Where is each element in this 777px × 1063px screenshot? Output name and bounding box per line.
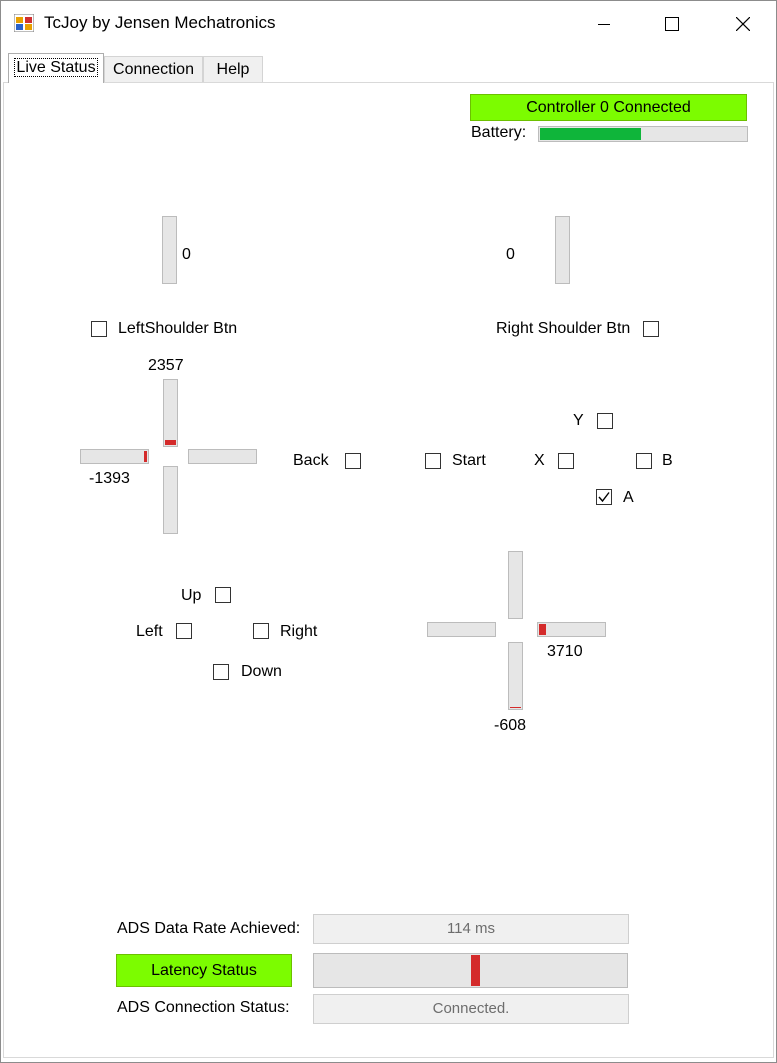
app-icon	[14, 14, 34, 32]
a-checkbox[interactable]	[596, 489, 612, 505]
left-stick-left-bar	[80, 449, 149, 464]
b-label: B	[662, 452, 673, 469]
left-stick-down-bar	[163, 466, 178, 534]
latency-status: Latency Status	[116, 954, 292, 987]
start-label: Start	[452, 452, 486, 469]
left-stick-x-value: -1393	[89, 470, 130, 487]
a-label: A	[623, 489, 634, 506]
b-checkbox[interactable]	[636, 453, 652, 469]
close-icon	[736, 16, 750, 31]
right-trigger-bar	[555, 216, 570, 284]
right-stick-y-value: -608	[494, 717, 527, 734]
dpad-right-checkbox[interactable]	[253, 623, 269, 639]
maximize-button[interactable]	[644, 0, 700, 47]
dpad-down-label: Down	[241, 663, 282, 680]
tab-live-status[interactable]: Live Status	[8, 53, 104, 83]
checkmark-icon	[598, 492, 610, 503]
right-stick-down-bar	[508, 642, 523, 710]
maximize-icon	[665, 16, 679, 31]
tab-label: Help	[216, 61, 250, 78]
left-stick-y-value: 2357	[148, 357, 184, 374]
start-checkbox[interactable]	[425, 453, 441, 469]
left-stick-up-bar	[163, 379, 178, 447]
left-shoulder-checkbox[interactable]	[91, 321, 107, 337]
battery-fill	[540, 128, 641, 140]
left-trigger-bar	[162, 216, 177, 284]
x-checkbox[interactable]	[558, 453, 574, 469]
tab-help[interactable]: Help	[203, 56, 263, 82]
latency-bar	[313, 953, 628, 988]
left-shoulder-label: LeftShoulder Btn	[118, 320, 238, 337]
minimize-icon	[598, 23, 610, 25]
back-checkbox[interactable]	[345, 453, 361, 469]
right-shoulder-checkbox[interactable]	[643, 321, 659, 337]
right-stick-x-value: 3710	[547, 643, 583, 660]
controller-status: Controller 0 Connected	[470, 94, 747, 121]
back-label: Back	[293, 452, 329, 469]
left-stick-right-bar	[188, 449, 257, 464]
close-button[interactable]	[715, 0, 771, 47]
tab-connection[interactable]: Connection	[104, 56, 203, 82]
ads-rate-field: 114 ms	[313, 914, 629, 944]
ads-connection-field: Connected.	[313, 994, 629, 1024]
battery-label: Battery:	[471, 124, 527, 141]
left-trigger-value: 0	[182, 246, 191, 263]
right-shoulder-label: Right Shoulder Btn	[496, 320, 631, 337]
right-stick-up-bar	[508, 551, 523, 619]
dpad-left-label: Left	[136, 623, 163, 640]
window-title: TcJoy by Jensen Mechatronics	[44, 13, 276, 32]
tab-panel-live-status	[3, 82, 774, 1058]
minimize-button[interactable]	[576, 0, 632, 47]
dpad-down-checkbox[interactable]	[213, 664, 229, 680]
latency-marker	[471, 955, 480, 986]
right-stick-right-bar	[537, 622, 606, 637]
tab-label: Connection	[113, 61, 194, 78]
ads-connection-label: ADS Connection Status:	[117, 999, 290, 1016]
right-trigger-value: 0	[506, 246, 515, 263]
dpad-left-checkbox[interactable]	[176, 623, 192, 639]
right-stick-down-fill	[510, 707, 521, 708]
dpad-right-label: Right	[280, 623, 318, 640]
dpad-up-checkbox[interactable]	[215, 587, 231, 603]
x-label: X	[534, 452, 545, 469]
right-stick-right-fill	[539, 624, 546, 635]
title-bar: TcJoy by Jensen Mechatronics	[0, 0, 777, 47]
ads-rate-label: ADS Data Rate Achieved:	[117, 920, 301, 937]
tab-label: Live Status	[14, 58, 98, 77]
dpad-up-label: Up	[181, 587, 202, 604]
left-stick-up-fill	[165, 440, 176, 445]
right-stick-left-bar	[427, 622, 496, 637]
battery-bar	[538, 126, 748, 142]
y-checkbox[interactable]	[597, 413, 613, 429]
left-stick-left-fill	[144, 451, 147, 462]
y-label: Y	[573, 412, 584, 429]
